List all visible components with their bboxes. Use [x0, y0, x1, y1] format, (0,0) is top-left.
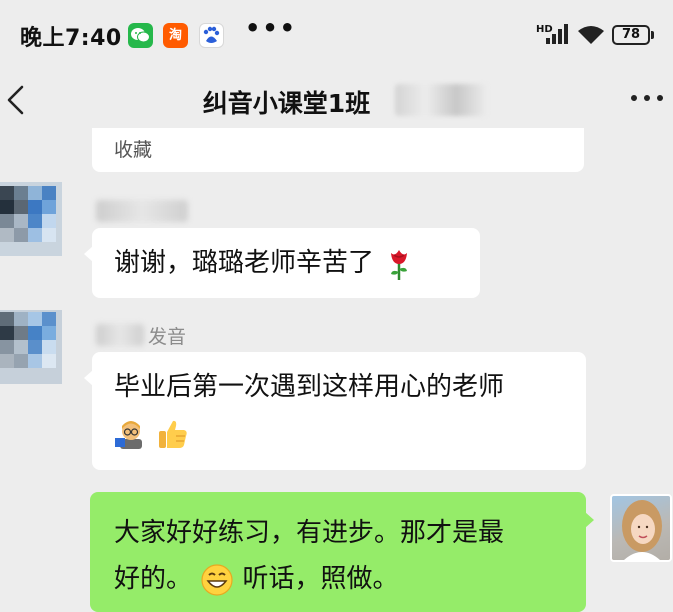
message-bubble-received[interactable]: 收藏	[92, 128, 584, 172]
message-text-line-1: 大家好好练习，有进步。那才是最	[114, 518, 505, 548]
signal-icon	[546, 24, 570, 48]
battery-tip	[651, 31, 654, 39]
message-text: 收藏	[114, 139, 153, 161]
teacher-emoji-icon	[114, 417, 148, 451]
rose-icon	[382, 247, 416, 281]
chat-title: 纠音小课堂1班	[0, 84, 673, 120]
avatar[interactable]	[0, 310, 62, 384]
baidu-icon	[199, 23, 224, 48]
chat-title-text: 纠音小课堂1班	[202, 89, 371, 118]
more-notifications-icon: •••	[245, 14, 298, 42]
chat-header: 纠音小课堂1班	[0, 70, 673, 130]
message-text-line-2a: 好的。	[114, 564, 193, 594]
wechat-icon	[128, 23, 153, 48]
message-text: 谢谢，璐璐老师辛苦了	[114, 248, 375, 278]
status-time: 晚上7:40	[20, 26, 122, 51]
sender-name-redacted	[96, 200, 188, 222]
sender-name: 发音	[148, 326, 187, 348]
message-text-line-2b: 听话，照做。	[242, 564, 399, 594]
status-bar: 晚上7:40 淘 ••• HD 78	[0, 0, 673, 70]
message-bubble-received[interactable]: 谢谢，璐璐老师辛苦了	[84, 228, 480, 298]
message-bubble-received[interactable]: 毕业后第一次遇到这样用心的老师	[84, 352, 586, 470]
grin-emoji-icon	[200, 563, 234, 597]
message-bubble-sent[interactable]: 大家好好练习，有进步。那才是最 好的。 听话，照做。	[90, 492, 594, 612]
message-text: 毕业后第一次遇到这样用心的老师	[114, 372, 505, 402]
wifi-icon	[576, 25, 606, 49]
battery-icon: 78	[612, 25, 650, 45]
title-redaction-blur	[395, 84, 487, 116]
taobao-icon: 淘	[163, 23, 188, 48]
thumbs-up-icon	[156, 417, 190, 451]
own-avatar[interactable]	[610, 494, 672, 562]
message-list[interactable]: 收藏 谢谢，璐璐老师辛苦了 发音 毕业后第一次遇到这样用心的老师 大家好好练习，…	[0, 128, 673, 612]
more-options-icon[interactable]	[628, 86, 668, 110]
avatar[interactable]	[0, 182, 62, 256]
sender-name-redacted	[96, 324, 144, 346]
